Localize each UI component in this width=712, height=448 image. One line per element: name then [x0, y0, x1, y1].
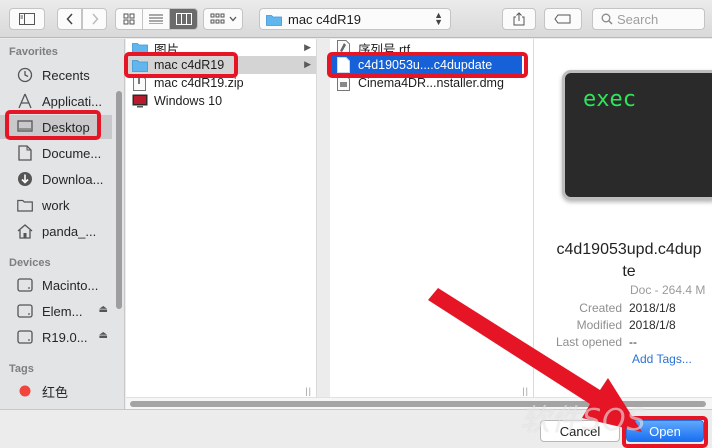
column-resize-handle[interactable]: ||	[522, 386, 529, 396]
arrange-button[interactable]	[203, 8, 243, 30]
sidebar-item-downloads[interactable]: Downloa...	[0, 167, 112, 191]
created-label: Created	[579, 301, 622, 315]
folder-icon	[131, 40, 148, 56]
path-label: mac c4dR19	[288, 11, 361, 27]
last-opened-label: Last opened	[555, 335, 622, 349]
sidebar-toggle-button[interactable]	[9, 8, 45, 30]
columns-icon	[175, 13, 192, 25]
tag-icon	[554, 14, 571, 24]
folder-icon	[16, 196, 34, 214]
tags-header: Tags	[9, 363, 34, 375]
windows-icon	[131, 93, 148, 109]
folder-icon	[266, 14, 282, 26]
list-item-selected-file[interactable]: c4d19053u....c4dupdate	[330, 56, 522, 74]
list-item[interactable]: mac c4dR19.zip	[126, 74, 316, 92]
list-item[interactable]: Cinema4DR...nstaller.dmg	[330, 74, 533, 92]
sidebar-item-documents[interactable]: Docume...	[0, 141, 112, 165]
document-icon	[16, 144, 34, 162]
list-item[interactable]: 序列号.rtf	[330, 39, 533, 57]
favorites-header: Favorites	[9, 46, 58, 58]
add-tags-link[interactable]: Add Tags...	[632, 352, 692, 366]
eject-icon[interactable]: ⏏	[99, 304, 108, 315]
sidebar-item-elements[interactable]: Elem... ⏏	[0, 299, 112, 323]
search-input[interactable]	[617, 11, 697, 27]
browser-column-1: 图片 ▶ mac c4dR19 ▶ mac c4dR19.zip Windows…	[126, 39, 317, 397]
forward-button[interactable]	[82, 8, 107, 30]
sidebar-item-r19[interactable]: R19.0... ⏏	[0, 325, 112, 349]
scrollbar-thumb[interactable]	[130, 401, 706, 407]
created-value: 2018/1/8	[629, 301, 676, 315]
download-icon	[16, 170, 34, 188]
sidebar-item-desktop[interactable]: Desktop	[0, 115, 112, 139]
drive-icon	[16, 302, 34, 320]
open-button[interactable]: Open	[626, 420, 704, 442]
sidebar-item-recents[interactable]: Recents	[0, 63, 112, 87]
zip-icon	[131, 75, 148, 91]
sidebar-item-home[interactable]: panda_...	[0, 219, 112, 243]
dialog-button-bar: Cancel Open	[0, 409, 712, 448]
share-icon	[513, 12, 525, 26]
devices-header: Devices	[9, 257, 51, 269]
sidebar-item-tag-red[interactable]: 红色	[0, 379, 112, 403]
sidebar-item-applications[interactable]: Applicati...	[0, 89, 112, 113]
list-item[interactable]: 图片 ▶	[126, 39, 316, 57]
folder-icon	[131, 57, 148, 73]
sidebar: Favorites Recents Applicati... Desktop D…	[0, 39, 125, 409]
preview-pane: exec c4d19053upd.c4dup te Doc - 264.4 M …	[534, 39, 712, 397]
disclosure-arrow-icon: ▶	[304, 42, 311, 52]
horizontal-scrollbar[interactable]	[126, 397, 712, 409]
applications-icon	[16, 92, 34, 110]
tags-button[interactable]	[544, 8, 582, 30]
arrange-grid-icon	[210, 13, 224, 24]
modified-value: 2018/1/8	[629, 318, 676, 332]
red-tag-dot-icon	[16, 382, 34, 400]
rtf-file-icon	[335, 40, 352, 56]
clock-icon	[16, 66, 34, 84]
list-item[interactable]: Windows 10	[126, 92, 316, 110]
file-icon	[335, 57, 352, 73]
sidebar-scrollbar[interactable]	[116, 91, 122, 309]
last-opened-value: --	[629, 335, 637, 349]
disclosure-arrow-icon: ▶	[304, 59, 311, 69]
popup-arrows-icon: ▲ ▼	[434, 10, 443, 27]
chevron-right-icon	[91, 13, 99, 25]
path-popup[interactable]: mac c4dR19 ▲ ▼	[259, 8, 451, 30]
toolbar: mac c4dR19 ▲ ▼	[0, 0, 712, 38]
sidebar-item-macintosh-hd[interactable]: Macinto...	[0, 273, 112, 297]
view-mode-control	[115, 8, 198, 30]
browser-column-2: 序列号.rtf c4d19053u....c4dupdate Cinema4DR…	[330, 39, 534, 397]
chevron-down-icon	[229, 16, 236, 22]
drive-icon	[16, 328, 34, 346]
eject-icon[interactable]: ⏏	[99, 330, 108, 341]
grid-icon	[123, 13, 135, 25]
sidebar-item-work[interactable]: work	[0, 193, 112, 217]
icon-view-button[interactable]	[116, 9, 143, 29]
drive-icon	[16, 276, 34, 294]
list-view-button[interactable]	[143, 9, 170, 29]
exec-file-icon: exec	[562, 70, 712, 200]
cancel-button[interactable]: Cancel	[540, 420, 620, 442]
sidebar-icon	[19, 13, 35, 25]
chevron-left-icon	[65, 13, 73, 25]
search-field[interactable]	[592, 8, 705, 30]
preview-file-name: c4d19053upd.c4dup te	[556, 241, 702, 280]
desktop-icon	[16, 118, 34, 136]
column-view-button[interactable]	[170, 9, 197, 29]
list-item-selected-folder[interactable]: mac c4dR19 ▶	[126, 56, 316, 74]
dmg-icon	[335, 75, 352, 91]
list-icon	[149, 14, 163, 24]
column-resize-handle[interactable]: ||	[305, 386, 312, 396]
share-button[interactable]	[502, 8, 536, 30]
preview-kind-size: Doc - 264.4 M	[630, 283, 706, 297]
search-icon	[601, 13, 613, 25]
home-icon	[16, 222, 34, 240]
back-button[interactable]	[57, 8, 82, 30]
modified-label: Modified	[576, 318, 622, 332]
